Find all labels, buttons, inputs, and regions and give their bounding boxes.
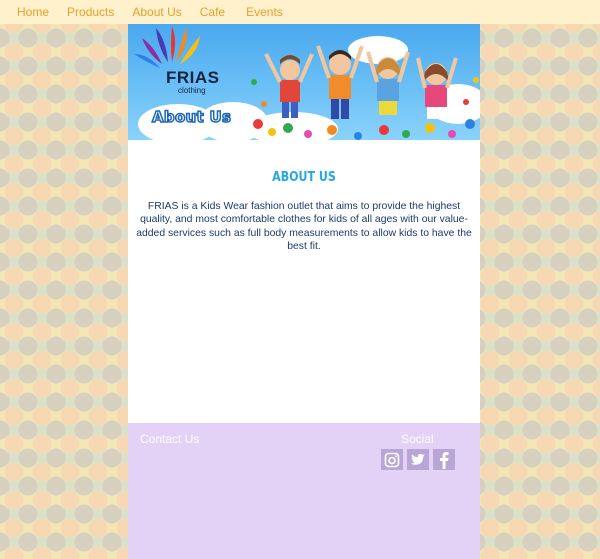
nav-cafe-link[interactable]: Cafe: [200, 0, 225, 24]
banner-title: About Us: [151, 107, 232, 127]
top-navigation: Home Products About Us Cafe Events: [0, 0, 600, 24]
instagram-icon[interactable]: [381, 449, 403, 470]
nav-products-link[interactable]: Products: [67, 0, 114, 24]
logo-wordmark: FRIAS: [166, 68, 220, 87]
page-heading: ABOUT US: [272, 170, 336, 185]
footer: Contact Us Social: [128, 423, 480, 559]
social-icons: [381, 449, 455, 470]
hero-banner: FRIAS clothing About Us: [128, 24, 480, 140]
children-illustration: [251, 45, 479, 140]
nav-about-link[interactable]: About Us: [132, 0, 181, 24]
twitter-icon[interactable]: [407, 449, 429, 470]
social-heading: Social: [401, 432, 434, 446]
main-content-panel: FRIAS clothing About Us ABOUT US FRIAS i…: [128, 24, 480, 559]
about-description: FRIAS is a Kids Wear fashion outlet that…: [136, 201, 472, 253]
facebook-icon[interactable]: [433, 449, 455, 470]
contact-us-link[interactable]: Contact Us: [140, 432, 199, 446]
nav-events-link[interactable]: Events: [246, 0, 283, 24]
nav-home-link[interactable]: Home: [17, 0, 49, 24]
logo-subtitle: clothing: [178, 86, 206, 95]
